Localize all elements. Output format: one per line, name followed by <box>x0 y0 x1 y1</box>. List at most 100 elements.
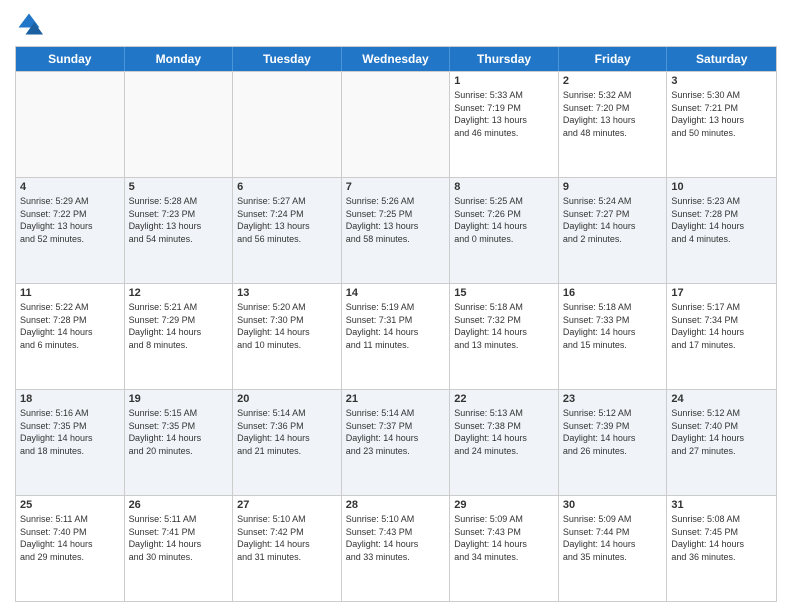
day-number: 27 <box>237 499 337 511</box>
calendar-header: SundayMondayTuesdayWednesdayThursdayFrid… <box>16 47 776 71</box>
calendar-row: 25Sunrise: 5:11 AM Sunset: 7:40 PM Dayli… <box>16 495 776 601</box>
day-detail: Sunrise: 5:25 AM Sunset: 7:26 PM Dayligh… <box>454 195 554 245</box>
day-detail: Sunrise: 5:17 AM Sunset: 7:34 PM Dayligh… <box>671 301 772 351</box>
calendar: SundayMondayTuesdayWednesdayThursdayFrid… <box>15 46 777 602</box>
calendar-cell: 10 Sunrise: 5:23 AM Sunset: 7:28 PM Dayli… <box>667 178 776 283</box>
day-detail: Sunrise: 5:21 AM Sunset: 7:29 PM Dayligh… <box>129 301 229 351</box>
day-number: 24 <box>671 393 772 405</box>
day-number: 16 <box>563 287 663 299</box>
calendar-cell: 9 Sunrise: 5:24 AM Sunset: 7:27 PM Daylig… <box>559 178 668 283</box>
day-detail: Sunrise: 5:23 AM Sunset: 7:28 PM Dayligh… <box>671 195 772 245</box>
calendar-cell: 6Sunrise: 5:27 AM Sunset: 7:24 PM Daylig… <box>233 178 342 283</box>
day-number: 9 <box>563 181 663 193</box>
day-number: 13 <box>237 287 337 299</box>
day-detail: Sunrise: 5:10 AM Sunset: 7:43 PM Dayligh… <box>346 513 446 563</box>
calendar-cell: 28 Sunrise: 5:10 AM Sunset: 7:43 PM Dayli… <box>342 496 451 601</box>
day-number: 4 <box>20 181 120 193</box>
calendar-cell: 3Sunrise: 5:30 AM Sunset: 7:21 PM Daylig… <box>667 72 776 177</box>
calendar-cell: 1 Sunrise: 5:33 AM Sunset: 7:19 PM Daylig… <box>450 72 559 177</box>
header <box>15 10 777 38</box>
day-detail: Sunrise: 5:18 AM Sunset: 7:32 PM Dayligh… <box>454 301 554 351</box>
calendar-cell: 31Sunrise: 5:08 AM Sunset: 7:45 PM Dayli… <box>667 496 776 601</box>
day-number: 28 <box>346 499 446 511</box>
day-number: 25 <box>20 499 120 511</box>
day-number: 15 <box>454 287 554 299</box>
calendar-cell: 25Sunrise: 5:11 AM Sunset: 7:40 PM Dayli… <box>16 496 125 601</box>
calendar-cell: 5Sunrise: 5:28 AM Sunset: 7:23 PM Daylig… <box>125 178 234 283</box>
day-detail: Sunrise: 5:15 AM Sunset: 7:35 PM Dayligh… <box>129 407 229 457</box>
day-number: 7 <box>346 181 446 193</box>
page: SundayMondayTuesdayWednesdayThursdayFrid… <box>0 0 792 612</box>
calendar-cell: 18 Sunrise: 5:16 AM Sunset: 7:35 PM Dayli… <box>16 390 125 495</box>
calendar-cell: 2 Sunrise: 5:32 AM Sunset: 7:20 PM Daylig… <box>559 72 668 177</box>
day-detail: Sunrise: 5:12 AM Sunset: 7:40 PM Dayligh… <box>671 407 772 457</box>
calendar-cell: 24 Sunrise: 5:12 AM Sunset: 7:40 PM Dayli… <box>667 390 776 495</box>
day-number: 11 <box>20 287 120 299</box>
calendar-row: 4 Sunrise: 5:29 AM Sunset: 7:22 PM Daylig… <box>16 177 776 283</box>
day-number: 26 <box>129 499 229 511</box>
day-detail: Sunrise: 5:19 AM Sunset: 7:31 PM Dayligh… <box>346 301 446 351</box>
calendar-row: 1 Sunrise: 5:33 AM Sunset: 7:19 PM Daylig… <box>16 71 776 177</box>
calendar-cell: 29Sunrise: 5:09 AM Sunset: 7:43 PM Dayli… <box>450 496 559 601</box>
calendar-cell <box>16 72 125 177</box>
day-detail: Sunrise: 5:20 AM Sunset: 7:30 PM Dayligh… <box>237 301 337 351</box>
calendar-cell: 14 Sunrise: 5:19 AM Sunset: 7:31 PM Dayli… <box>342 284 451 389</box>
day-number: 21 <box>346 393 446 405</box>
calendar-cell: 19 Sunrise: 5:15 AM Sunset: 7:35 PM Dayli… <box>125 390 234 495</box>
calendar-cell: 8 Sunrise: 5:25 AM Sunset: 7:26 PM Daylig… <box>450 178 559 283</box>
day-number: 10 <box>671 181 772 193</box>
day-detail: Sunrise: 5:13 AM Sunset: 7:38 PM Dayligh… <box>454 407 554 457</box>
calendar-cell: 21 Sunrise: 5:14 AM Sunset: 7:37 PM Dayli… <box>342 390 451 495</box>
logo-icon <box>15 10 43 38</box>
day-detail: Sunrise: 5:11 AM Sunset: 7:41 PM Dayligh… <box>129 513 229 563</box>
day-number: 20 <box>237 393 337 405</box>
day-detail: Sunrise: 5:08 AM Sunset: 7:45 PM Dayligh… <box>671 513 772 563</box>
day-detail: Sunrise: 5:12 AM Sunset: 7:39 PM Dayligh… <box>563 407 663 457</box>
day-detail: Sunrise: 5:29 AM Sunset: 7:22 PM Dayligh… <box>20 195 120 245</box>
day-detail: Sunrise: 5:27 AM Sunset: 7:24 PM Dayligh… <box>237 195 337 245</box>
day-detail: Sunrise: 5:16 AM Sunset: 7:35 PM Dayligh… <box>20 407 120 457</box>
calendar-cell: 7 Sunrise: 5:26 AM Sunset: 7:25 PM Daylig… <box>342 178 451 283</box>
day-number: 19 <box>129 393 229 405</box>
day-number: 1 <box>454 75 554 87</box>
day-detail: Sunrise: 5:22 AM Sunset: 7:28 PM Dayligh… <box>20 301 120 351</box>
day-number: 29 <box>454 499 554 511</box>
day-detail: Sunrise: 5:24 AM Sunset: 7:27 PM Dayligh… <box>563 195 663 245</box>
day-number: 18 <box>20 393 120 405</box>
calendar-cell: 26 Sunrise: 5:11 AM Sunset: 7:41 PM Dayli… <box>125 496 234 601</box>
day-detail: Sunrise: 5:14 AM Sunset: 7:37 PM Dayligh… <box>346 407 446 457</box>
calendar-cell: 20 Sunrise: 5:14 AM Sunset: 7:36 PM Dayli… <box>233 390 342 495</box>
day-number: 17 <box>671 287 772 299</box>
logo <box>15 10 47 38</box>
calendar-cell: 22 Sunrise: 5:13 AM Sunset: 7:38 PM Dayli… <box>450 390 559 495</box>
calendar-cell: 13 Sunrise: 5:20 AM Sunset: 7:30 PM Dayli… <box>233 284 342 389</box>
day-number: 23 <box>563 393 663 405</box>
calendar-row: 18 Sunrise: 5:16 AM Sunset: 7:35 PM Dayli… <box>16 389 776 495</box>
day-detail: Sunrise: 5:33 AM Sunset: 7:19 PM Dayligh… <box>454 89 554 139</box>
day-number: 8 <box>454 181 554 193</box>
calendar-cell <box>233 72 342 177</box>
day-number: 22 <box>454 393 554 405</box>
calendar-body: 1 Sunrise: 5:33 AM Sunset: 7:19 PM Daylig… <box>16 71 776 601</box>
day-number: 14 <box>346 287 446 299</box>
calendar-header-cell: Saturday <box>667 47 776 71</box>
calendar-header-cell: Tuesday <box>233 47 342 71</box>
day-detail: Sunrise: 5:30 AM Sunset: 7:21 PM Dayligh… <box>671 89 772 139</box>
calendar-cell: 23 Sunrise: 5:12 AM Sunset: 7:39 PM Dayli… <box>559 390 668 495</box>
calendar-cell: 16Sunrise: 5:18 AM Sunset: 7:33 PM Dayli… <box>559 284 668 389</box>
day-detail: Sunrise: 5:26 AM Sunset: 7:25 PM Dayligh… <box>346 195 446 245</box>
calendar-header-cell: Wednesday <box>342 47 451 71</box>
calendar-cell: 27Sunrise: 5:10 AM Sunset: 7:42 PM Dayli… <box>233 496 342 601</box>
day-detail: Sunrise: 5:32 AM Sunset: 7:20 PM Dayligh… <box>563 89 663 139</box>
day-detail: Sunrise: 5:14 AM Sunset: 7:36 PM Dayligh… <box>237 407 337 457</box>
day-number: 12 <box>129 287 229 299</box>
calendar-cell: 15 Sunrise: 5:18 AM Sunset: 7:32 PM Dayli… <box>450 284 559 389</box>
calendar-cell: 11 Sunrise: 5:22 AM Sunset: 7:28 PM Dayli… <box>16 284 125 389</box>
calendar-cell: 4 Sunrise: 5:29 AM Sunset: 7:22 PM Daylig… <box>16 178 125 283</box>
calendar-cell: 30Sunrise: 5:09 AM Sunset: 7:44 PM Dayli… <box>559 496 668 601</box>
calendar-header-cell: Monday <box>125 47 234 71</box>
day-number: 2 <box>563 75 663 87</box>
calendar-header-cell: Thursday <box>450 47 559 71</box>
calendar-header-cell: Sunday <box>16 47 125 71</box>
calendar-row: 11 Sunrise: 5:22 AM Sunset: 7:28 PM Dayli… <box>16 283 776 389</box>
